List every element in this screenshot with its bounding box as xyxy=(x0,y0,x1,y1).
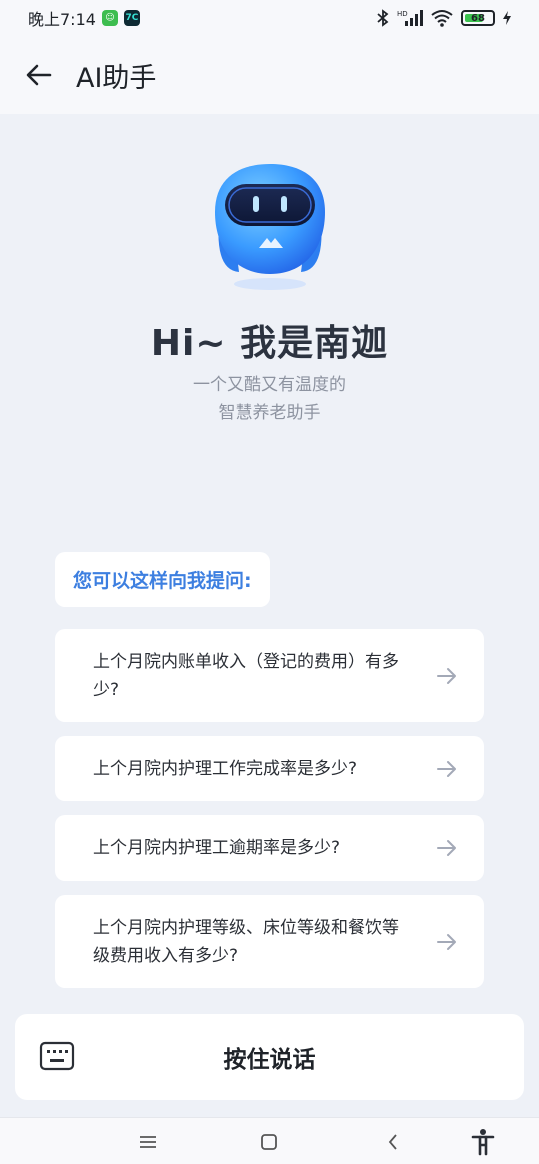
hold-to-talk-label: 按住说话 xyxy=(223,1047,316,1073)
signal-icon: HD xyxy=(397,10,423,26)
hero-subtitle-line1: 一个又酷又有温度的 xyxy=(193,375,346,395)
battery-level: 68 xyxy=(471,12,485,24)
svg-text:HD: HD xyxy=(397,10,408,18)
arrow-right-icon xyxy=(437,667,456,684)
accessibility-icon xyxy=(471,1129,495,1156)
question-text: 上个月院内护理工逾期率是多少? xyxy=(93,838,341,858)
menu-button[interactable] xyxy=(132,1126,164,1158)
home-button[interactable] xyxy=(253,1126,285,1158)
back-nav-button[interactable] xyxy=(377,1126,409,1158)
question-card-1[interactable]: 上个月院内账单收入（登记的费用）有多少? xyxy=(55,629,484,722)
menu-icon xyxy=(140,1136,156,1148)
arrow-right-icon xyxy=(437,760,456,777)
wechat-icon: ☺ xyxy=(101,10,118,26)
hero-subtitle-line2: 智慧养老助手 xyxy=(218,403,321,423)
battery-icon: 68 xyxy=(461,10,495,26)
arrow-right-icon xyxy=(437,933,456,950)
hold-to-talk-button[interactable]: 按住说话 xyxy=(15,1014,524,1100)
home-square-icon xyxy=(261,1134,277,1150)
prompt-label: 您可以这样向我提问: xyxy=(55,552,270,607)
question-text: 上个月院内账单收入（登记的费用）有多少? xyxy=(93,651,399,700)
question-text: 上个月院内护理工作完成率是多少? xyxy=(93,758,358,779)
status-right: HD 68 xyxy=(377,9,511,27)
back-button[interactable] xyxy=(24,60,54,90)
status-time: 晚上7:14 xyxy=(28,10,96,29)
keyboard-icon[interactable] xyxy=(39,1040,75,1072)
status-left: 晚上7:14 ☺ 7C xyxy=(28,6,140,30)
system-nav-bar xyxy=(0,1117,539,1164)
arrow-right-icon xyxy=(437,840,456,856)
page-title: AI助手 xyxy=(76,62,157,94)
status-bar: 晚上7:14 ☺ 7C HD 68 xyxy=(0,0,539,36)
question-text: 上个月院内护理等级、床位等级和餐饮等级费用收入有多少? xyxy=(93,917,399,966)
robot-mascot-icon xyxy=(215,164,325,290)
charging-icon xyxy=(503,11,511,25)
hero-title: Hi~ 我是南迦 xyxy=(150,323,389,364)
arrow-left-icon xyxy=(26,64,52,86)
chevron-left-icon xyxy=(388,1134,397,1150)
app-notification-icon: 7C xyxy=(123,10,140,26)
bluetooth-icon xyxy=(377,9,389,27)
question-card-2[interactable]: 上个月院内护理工作完成率是多少? xyxy=(55,736,484,801)
wifi-icon xyxy=(431,10,453,27)
app-header: AI助手 xyxy=(0,36,539,114)
question-card-3[interactable]: 上个月院内护理工逾期率是多少? xyxy=(55,815,484,881)
accessibility-button[interactable] xyxy=(467,1126,499,1158)
question-card-4[interactable]: 上个月院内护理等级、床位等级和餐饮等级费用收入有多少? xyxy=(55,895,484,988)
